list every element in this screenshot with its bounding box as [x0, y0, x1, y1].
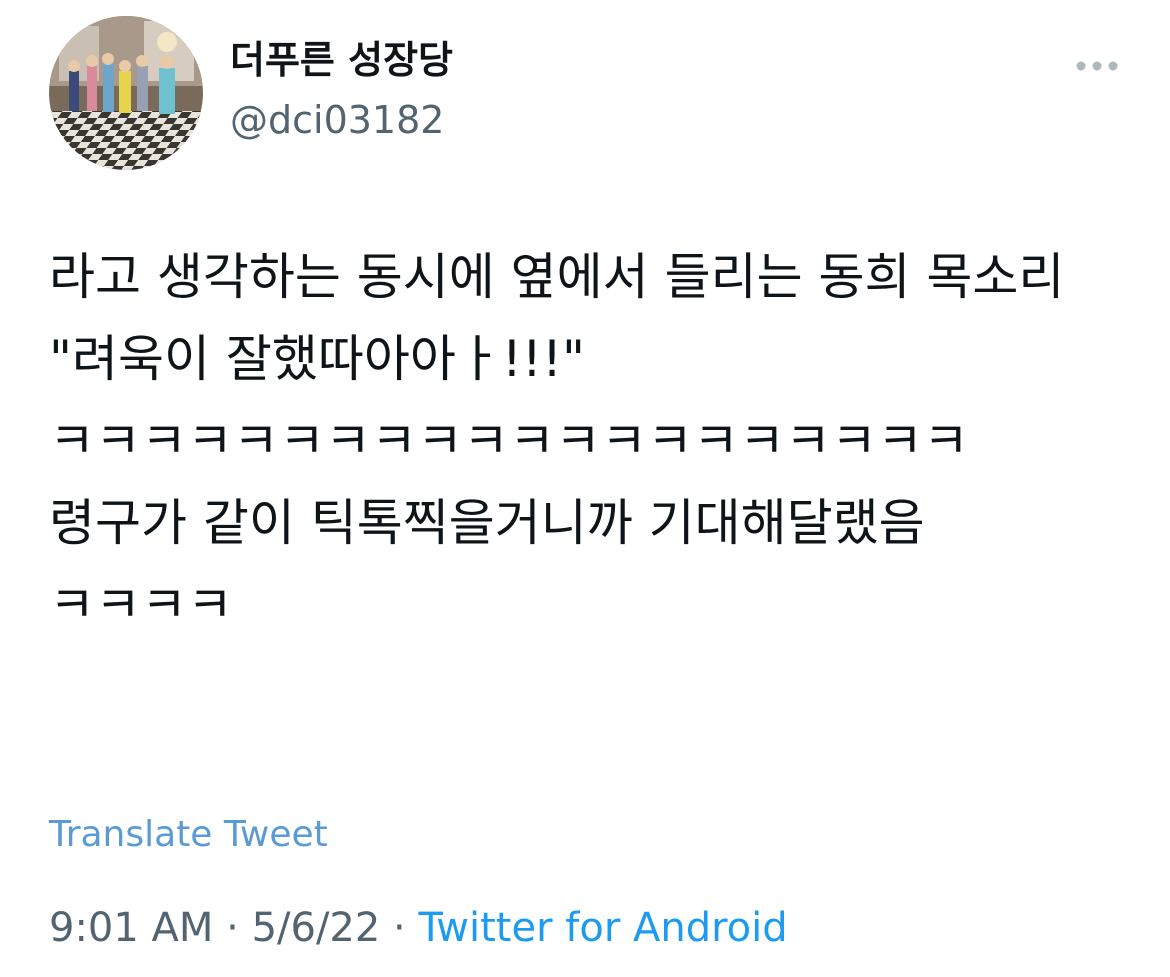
more-horizontal-icon — [1076, 61, 1118, 71]
tweet-date[interactable]: 5/6/22 — [252, 905, 381, 951]
display-name[interactable]: 더푸른 성장당 — [230, 36, 453, 84]
meta-separator: · — [393, 905, 406, 951]
tweet-time[interactable]: 9:01 AM — [49, 905, 213, 951]
profile-photo-icon — [49, 16, 203, 170]
more-options-button[interactable] — [1066, 48, 1128, 84]
translate-tweet-link[interactable]: Translate Tweet — [49, 812, 328, 858]
avatar[interactable] — [49, 16, 203, 170]
user-handle[interactable]: @dci03182 — [230, 96, 444, 144]
tweet-source-link[interactable]: Twitter for Android — [418, 905, 787, 951]
tweet-meta: 9:01 AM · 5/6/22 · Twitter for Android — [49, 902, 788, 954]
tweet-card: 더푸른 성장당 @dci03182 라고 생각하는 동시에 옆에서 들리는 동희… — [0, 0, 1170, 977]
tweet-text: 라고 생각하는 동시에 옆에서 들리는 동희 목소리 "려욱이 잘했따아아ㅏ!!… — [49, 248, 1065, 634]
meta-separator: · — [226, 905, 239, 951]
